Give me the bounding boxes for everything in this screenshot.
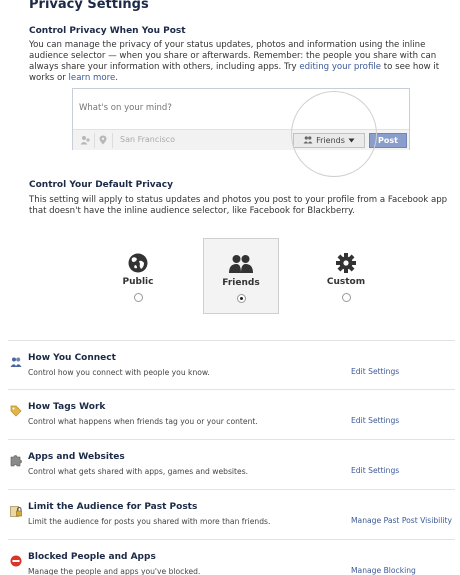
post-privacy-text-3: .	[115, 73, 119, 83]
radio-friends[interactable]	[236, 294, 246, 303]
settings-row-blocked-people-apps: Blocked People and Apps Manage the peopl…	[8, 539, 455, 575]
row-description: Control what gets shared with apps, game…	[28, 467, 249, 476]
settings-row-how-you-connect: How You Connect Control how you connect …	[8, 340, 455, 390]
settings-row-apps-and-websites: Apps and Websites Control what gets shar…	[8, 439, 455, 489]
section-heading-default-privacy: Control Your Default Privacy	[29, 180, 173, 190]
manage-past-post-visibility-link[interactable]: Manage Past Post Visibility	[351, 516, 452, 525]
toolbar-divider	[112, 133, 113, 148]
post-privacy-description: You can manage the privacy of your statu…	[29, 40, 449, 84]
gear-icon	[308, 252, 384, 274]
lock-icon	[10, 502, 23, 517]
row-description: Limit the audience for posts you shared …	[28, 517, 271, 526]
toolbar-divider	[94, 133, 95, 148]
default-option-custom[interactable]: Custom	[308, 238, 384, 314]
page-title: Privacy Settings	[29, 0, 149, 12]
globe-icon	[100, 252, 176, 274]
settings-row-limit-past-posts: Limit the Audience for Past Posts Limit …	[8, 489, 455, 539]
location-pin-icon[interactable]	[98, 135, 108, 145]
row-description: Control how you connect with people you …	[28, 368, 210, 377]
tag-icon	[10, 402, 22, 417]
row-title: Blocked People and Apps	[28, 552, 156, 562]
default-option-friends[interactable]: Friends	[203, 238, 279, 314]
option-label-friends: Friends	[222, 278, 260, 288]
row-title: Limit the Audience for Past Posts	[28, 502, 198, 512]
row-description: Manage the people and apps you've blocke…	[28, 567, 201, 575]
radio-public[interactable]	[133, 293, 143, 302]
puzzle-icon	[10, 452, 22, 467]
manage-blocking-link[interactable]: Manage Blocking	[351, 566, 416, 575]
friends-icon	[204, 253, 278, 275]
edit-settings-link[interactable]: Edit Settings	[351, 466, 399, 475]
default-privacy-description: This setting will apply to status update…	[29, 195, 448, 216]
privacy-settings-page: Privacy Settings Control Privacy When Yo…	[0, 0, 460, 575]
radio-custom[interactable]	[341, 293, 351, 302]
block-icon	[10, 552, 22, 567]
row-description: Control what happens when friends tag yo…	[28, 417, 258, 426]
people-icon	[10, 353, 22, 367]
settings-row-how-tags-work: How Tags Work Control what happens when …	[8, 389, 455, 439]
location-text[interactable]: San Francisco	[120, 135, 175, 144]
option-label-custom: Custom	[326, 277, 366, 287]
editing-profile-link[interactable]: editing your profile	[299, 62, 381, 72]
row-title: How You Connect	[28, 353, 116, 363]
learn-more-link[interactable]: learn more	[69, 73, 116, 83]
row-title: How Tags Work	[28, 402, 106, 412]
person-tag-icon[interactable]	[80, 135, 90, 145]
edit-settings-link[interactable]: Edit Settings	[351, 367, 399, 376]
magnifier-highlight-circle	[291, 91, 377, 177]
default-option-public[interactable]: Public	[100, 238, 176, 314]
section-heading-post-privacy: Control Privacy When You Post	[29, 26, 186, 36]
option-label-public: Public	[122, 277, 154, 287]
edit-settings-link[interactable]: Edit Settings	[351, 416, 399, 425]
row-title: Apps and Websites	[28, 452, 125, 462]
